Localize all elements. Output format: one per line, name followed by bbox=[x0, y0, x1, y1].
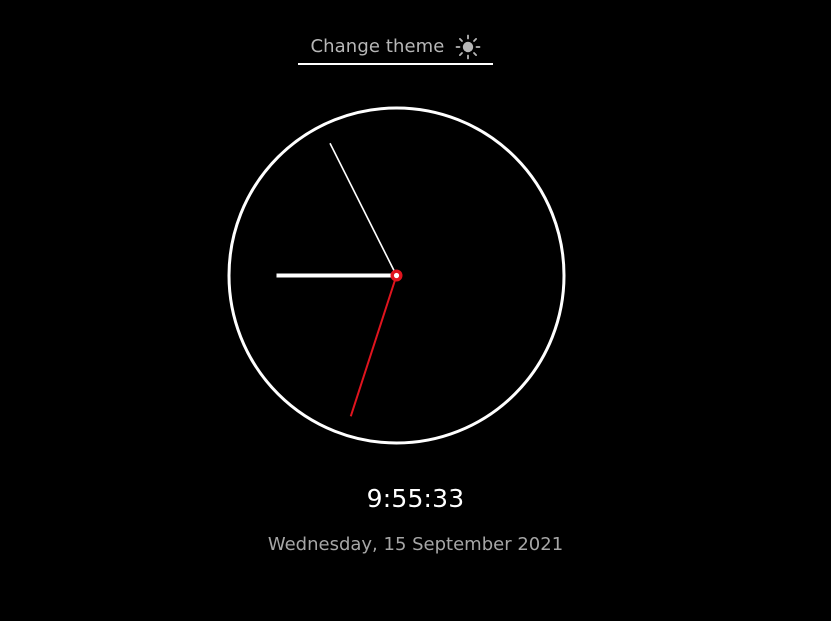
minute-hand bbox=[329, 142, 398, 276]
sun-icon bbox=[455, 34, 480, 59]
clock-page: Change theme 9:55:33 Wednesday, 15 Septe… bbox=[0, 0, 831, 621]
clock-center-dot bbox=[393, 272, 400, 279]
date-text: Wednesday, 15 September 2021 bbox=[267, 534, 564, 555]
clock-face bbox=[227, 106, 566, 445]
change-theme-label: Change theme bbox=[310, 36, 445, 57]
change-theme-button[interactable]: Change theme bbox=[298, 30, 493, 65]
second-hand bbox=[349, 275, 398, 417]
analog-clock bbox=[227, 106, 566, 445]
digital-time: 9:55:33 bbox=[366, 484, 465, 513]
